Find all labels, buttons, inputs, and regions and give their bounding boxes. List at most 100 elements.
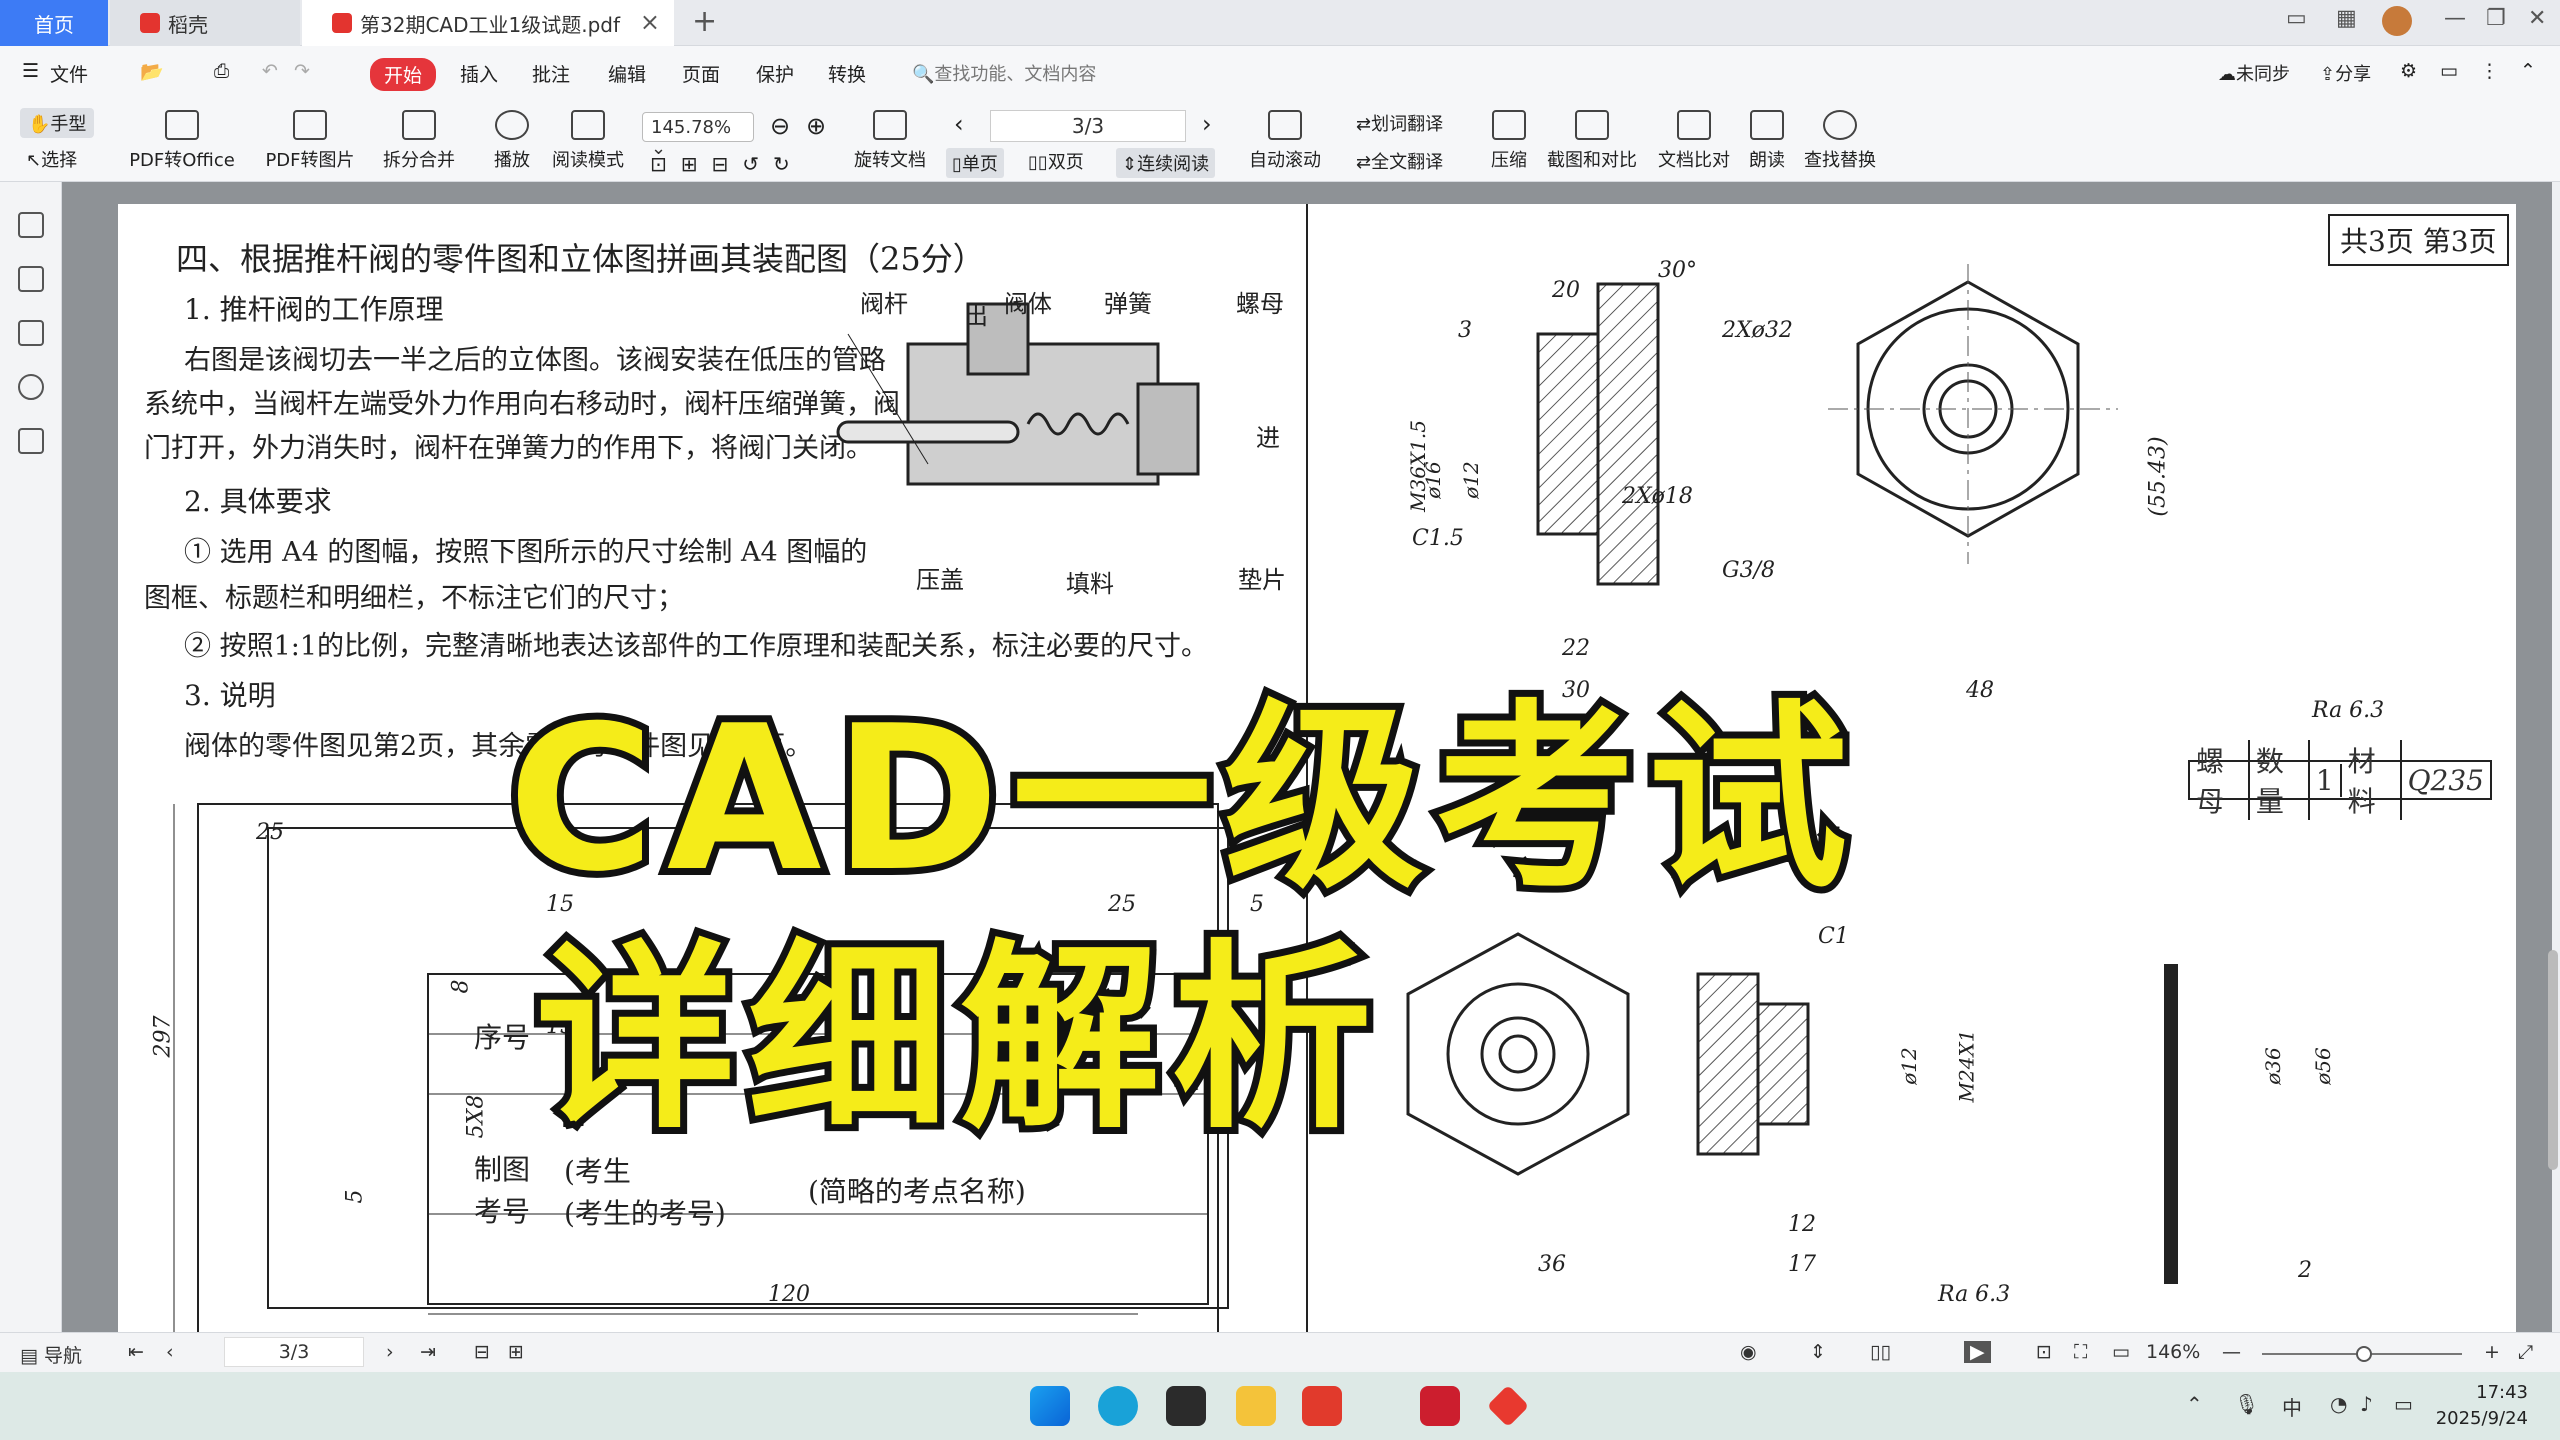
sync-status[interactable]: ☁未同步 <box>2218 60 2290 86</box>
microphone-icon[interactable]: 🎙 <box>2234 1392 2259 1416</box>
menu-convert[interactable]: 转换 <box>828 60 866 87</box>
prev-page-icon[interactable]: ‹ <box>954 110 964 138</box>
bookmark-icon[interactable] <box>18 212 44 238</box>
eye-protection-icon[interactable]: ◉ <box>1740 1341 1757 1363</box>
split-merge-button[interactable]: 拆分合并 <box>374 110 464 172</box>
document-viewport[interactable]: 四、根据推杆阀的零件图和立体图拼画其装配图（25分） 1. 推杆阀的工作原理 右… <box>62 182 2552 1332</box>
add-tab-icon[interactable]: + <box>692 4 717 39</box>
continuous-icon[interactable]: ⇕ <box>1810 1341 1826 1363</box>
fullscreen-icon[interactable]: ⤢ <box>2518 1341 2533 1363</box>
zoom-minus-icon[interactable]: — <box>2222 1341 2241 1363</box>
find-replace-button[interactable]: 查找替换 <box>1802 110 1878 172</box>
menu-insert[interactable]: 插入 <box>460 60 498 87</box>
forward-icon[interactable]: ⊞ <box>508 1341 524 1363</box>
nav-panel-button[interactable]: ▤ 导航 <box>20 1341 82 1368</box>
zoom-in-icon[interactable]: ⊕ <box>806 112 826 140</box>
attachment-icon[interactable] <box>18 374 44 400</box>
vertical-scrollbar[interactable] <box>2548 950 2558 1170</box>
restore-icon[interactable]: ❐ <box>2486 6 2506 31</box>
avatar[interactable] <box>2382 6 2412 36</box>
comment-list-icon[interactable] <box>18 320 44 346</box>
redo-icon[interactable]: ↷ <box>294 60 310 82</box>
thumbnail-icon[interactable] <box>18 266 44 292</box>
prev-page-status-icon[interactable]: ‹ <box>166 1341 174 1363</box>
collapse-ribbon-icon[interactable]: ⌃ <box>2520 60 2536 82</box>
next-page-status-icon[interactable]: › <box>386 1341 394 1363</box>
actual-size-icon[interactable]: ⊡ <box>2036 1341 2052 1363</box>
read-mode-button[interactable]: 阅读模式 <box>548 110 628 172</box>
file-explorer-icon[interactable] <box>1236 1386 1276 1426</box>
undo-icon[interactable]: ↶ <box>262 60 278 82</box>
volume-icon[interactable]: ♪ <box>2360 1392 2373 1416</box>
settings-icon[interactable]: ⚙ <box>2400 60 2417 82</box>
auto-scroll-button[interactable]: 自动滚动 <box>1240 110 1330 172</box>
read-aloud-button[interactable]: 朗读 <box>1744 110 1790 172</box>
share-button[interactable]: ⇪分享 <box>2320 60 2371 86</box>
menu-page[interactable]: 页面 <box>682 60 720 87</box>
window-close-icon[interactable]: ✕ <box>2528 6 2546 31</box>
pdf-to-office-button[interactable]: PDF转Office <box>122 110 242 172</box>
fit-page-icon[interactable]: ⛶ <box>2074 1341 2087 1363</box>
hamburger-icon[interactable]: ☰ <box>22 60 39 82</box>
fit-width-icon[interactable]: ▭ <box>2112 1341 2130 1363</box>
view-tools[interactable]: ⊡⊞⊟↺↻ <box>650 152 804 176</box>
ime-indicator[interactable]: 中 <box>2282 1392 2302 1421</box>
page-number-input[interactable]: 3/3 <box>990 110 1186 142</box>
play-status-icon[interactable]: ▶ <box>1964 1341 1991 1363</box>
pdf-to-image-button[interactable]: PDF转图片 <box>260 110 360 172</box>
tab-home[interactable]: 首页 <box>0 0 108 46</box>
wps-icon[interactable] <box>1302 1386 1342 1426</box>
next-page-icon[interactable]: › <box>1202 110 1212 138</box>
more-icon[interactable]: ⋮ <box>2480 60 2499 82</box>
zoom-slider[interactable] <box>2262 1346 2462 1362</box>
tab-daoke[interactable]: 稻壳 <box>110 0 300 46</box>
search-input[interactable]: 🔍查找功能、文档内容 <box>912 60 1096 86</box>
zoom-out-icon[interactable]: ⊖ <box>770 112 790 140</box>
first-page-icon[interactable]: ⇤ <box>128 1341 144 1363</box>
menu-annotate[interactable]: 批注 <box>532 60 570 87</box>
menu-protect[interactable]: 保护 <box>756 60 794 87</box>
signature-icon[interactable] <box>18 428 44 454</box>
hand-tool-button[interactable]: ✋手型 <box>20 108 95 138</box>
screenshot-compare-button[interactable]: 截图和对比 <box>1544 110 1640 172</box>
single-page-icon[interactable]: ▯▯ <box>1870 1341 1891 1363</box>
battery-icon[interactable]: ▭ <box>2394 1392 2413 1416</box>
single-page-button[interactable]: ▯单页 <box>946 148 1004 178</box>
menu-start[interactable]: 开始 <box>370 58 437 91</box>
menu-file[interactable]: 文件 <box>50 60 88 87</box>
start-menu-icon[interactable] <box>1030 1386 1070 1426</box>
play-button[interactable]: 播放 <box>484 110 540 172</box>
word-translate-button[interactable]: ⇄划词翻译 <box>1356 110 1443 136</box>
tab-pdf-document[interactable]: 第32期CAD工业1级试题.pdf × <box>302 0 674 46</box>
status-zoom[interactable]: 146% <box>2146 1341 2200 1363</box>
zoom-plus-icon[interactable]: + <box>2484 1341 2500 1363</box>
double-page-button[interactable]: ▯▯双页 <box>1028 148 1084 174</box>
close-icon[interactable]: × <box>640 8 660 36</box>
compress-button[interactable]: 压缩 <box>1486 110 1532 172</box>
continuous-read-button[interactable]: ⇕连续阅读 <box>1116 148 1216 178</box>
app-g-icon[interactable] <box>1166 1386 1206 1426</box>
minimize-icon[interactable]: — <box>2444 6 2466 31</box>
edge-icon[interactable] <box>1098 1386 1138 1426</box>
comment-icon[interactable]: ▭ <box>2440 60 2458 82</box>
zoom-select[interactable]: 145.78% ⌄ <box>642 112 754 159</box>
select-tool-button[interactable]: ↖选择 <box>26 146 77 172</box>
tab-pdf-label: 第32期CAD工业1级试题.pdf <box>360 12 621 37</box>
open-folder-icon[interactable]: 📂 <box>140 60 164 83</box>
rotate-document-button[interactable]: 旋转文档 <box>850 110 930 172</box>
autocad-icon[interactable] <box>1420 1386 1460 1426</box>
grid-icon[interactable]: ▦ <box>2336 6 2357 31</box>
zoom-slider-thumb[interactable] <box>2356 1346 2372 1362</box>
last-page-icon[interactable]: ⇥ <box>420 1341 436 1363</box>
full-translate-button[interactable]: ⇄全文翻译 <box>1356 148 1443 174</box>
app-red-icon[interactable] <box>1486 1384 1530 1428</box>
back-icon[interactable]: ⊟ <box>474 1341 490 1363</box>
print-icon[interactable]: ⎙ <box>214 60 229 82</box>
layout-icon[interactable]: ▭ <box>2286 6 2307 31</box>
system-clock[interactable]: 17:43 2025/9/24 <box>2436 1380 2528 1432</box>
menu-edit[interactable]: 编辑 <box>608 60 646 87</box>
doc-compare-button[interactable]: 文档比对 <box>1656 110 1732 172</box>
wifi-icon[interactable]: ◔ <box>2330 1392 2347 1416</box>
tray-expand-icon[interactable]: ⌃ <box>2186 1392 2203 1416</box>
status-page-input[interactable]: 3/3 <box>224 1337 364 1367</box>
